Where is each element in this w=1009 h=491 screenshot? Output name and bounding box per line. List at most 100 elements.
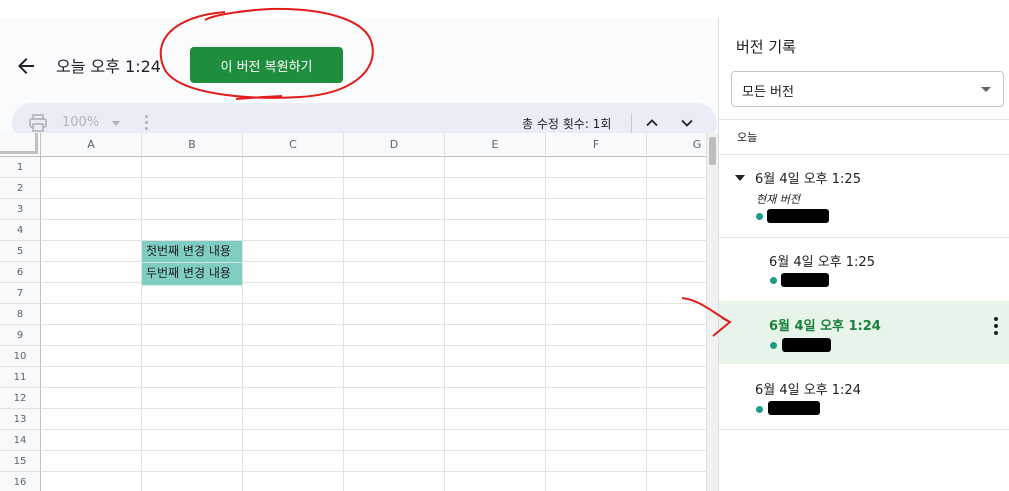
sheet-cell[interactable]	[445, 346, 546, 367]
sheet-cell[interactable]	[445, 367, 546, 388]
expand-caret-icon[interactable]	[735, 175, 745, 181]
sheet-cell[interactable]	[546, 409, 647, 430]
row-header[interactable]: 15	[0, 451, 41, 472]
sheet-cell[interactable]	[41, 367, 142, 388]
back-arrow-icon[interactable]	[14, 54, 38, 78]
sheet-cell[interactable]	[344, 262, 445, 283]
sheet-cell[interactable]	[243, 220, 344, 241]
sheet-cell[interactable]	[445, 451, 546, 472]
sheet-cell[interactable]	[546, 283, 647, 304]
sheet-cell[interactable]	[41, 199, 142, 220]
cell-b6[interactable]: 두번째 변경 내용	[142, 263, 243, 286]
sheet-cell[interactable]	[344, 178, 445, 199]
more-vert-icon[interactable]	[994, 317, 998, 335]
sheet-cell[interactable]	[142, 409, 243, 430]
column-header-e[interactable]: E	[445, 133, 546, 157]
scrollbar-thumb[interactable]	[709, 137, 716, 165]
print-icon[interactable]	[28, 114, 48, 132]
sheet-cell[interactable]	[142, 430, 243, 451]
sheet-cell[interactable]	[243, 346, 344, 367]
sheet-cell[interactable]	[142, 367, 243, 388]
sheet-cell[interactable]	[344, 346, 445, 367]
next-edit-icon[interactable]	[679, 115, 695, 131]
sheet-cell[interactable]	[546, 178, 647, 199]
row-header[interactable]: 13	[0, 409, 41, 430]
sheet-cell[interactable]	[142, 388, 243, 409]
sheet-cell[interactable]	[41, 346, 142, 367]
sheet-cell[interactable]	[41, 178, 142, 199]
sheet-cell[interactable]	[243, 199, 344, 220]
sheet-cell[interactable]	[546, 304, 647, 325]
sheet-cell[interactable]	[546, 199, 647, 220]
sheet-cell[interactable]	[344, 388, 445, 409]
sheet-cell[interactable]	[546, 430, 647, 451]
sheet-cell[interactable]	[546, 157, 647, 178]
sheet-cell[interactable]	[445, 199, 546, 220]
zoom-select[interactable]: 100%	[62, 115, 99, 130]
sheet-cell[interactable]	[142, 283, 243, 304]
sheet-cell[interactable]	[142, 178, 243, 199]
sheet-cell[interactable]	[344, 157, 445, 178]
row-header[interactable]: 2	[0, 178, 41, 199]
sheet-cell[interactable]	[445, 325, 546, 346]
sheet-cell[interactable]	[546, 367, 647, 388]
version-item-selected[interactable]: 6월 4일 오후 1:24	[719, 301, 1009, 364]
sheet-cell[interactable]	[243, 451, 344, 472]
row-header[interactable]: 9	[0, 325, 41, 346]
sheet-cell[interactable]	[142, 472, 243, 491]
sheet-cell[interactable]	[445, 262, 546, 283]
sheet-cell[interactable]	[546, 262, 647, 283]
sheet-cell[interactable]	[142, 304, 243, 325]
column-header-a[interactable]: A	[41, 133, 142, 157]
sheet-cell[interactable]	[41, 430, 142, 451]
sheet-cell[interactable]	[41, 220, 142, 241]
sheet-cell[interactable]	[445, 178, 546, 199]
column-header-c[interactable]: C	[243, 133, 344, 157]
sheet-cell[interactable]	[344, 430, 445, 451]
sheet-cell[interactable]	[344, 304, 445, 325]
sheet-cell[interactable]	[142, 325, 243, 346]
sheet-cell[interactable]	[546, 451, 647, 472]
column-header-f[interactable]: F	[546, 133, 647, 157]
version-item-sub-1[interactable]: 6월 4일 오후 1:25	[719, 238, 1009, 300]
sheet-cell[interactable]	[243, 304, 344, 325]
sheet-cell[interactable]	[546, 472, 647, 491]
sheet-cell[interactable]	[142, 220, 243, 241]
sheet-cell[interactable]	[344, 409, 445, 430]
sheet-cell[interactable]	[41, 283, 142, 304]
row-header[interactable]: 3	[0, 199, 41, 220]
column-header-d[interactable]: D	[344, 133, 445, 157]
sheet-cell[interactable]	[546, 241, 647, 262]
sheet-cell[interactable]	[344, 241, 445, 262]
sheet-cell[interactable]	[41, 409, 142, 430]
sheet-cell[interactable]	[41, 472, 142, 491]
sheet-cell[interactable]	[243, 178, 344, 199]
sheet-cell[interactable]	[243, 241, 344, 262]
sheet-cell[interactable]	[142, 199, 243, 220]
version-filter-select[interactable]: 모든 버전	[731, 71, 1004, 107]
sheet-cell[interactable]	[142, 157, 243, 178]
row-header[interactable]: 16	[0, 472, 41, 491]
previous-edit-icon[interactable]	[644, 115, 660, 131]
sheet-cell[interactable]	[546, 220, 647, 241]
row-header[interactable]: 1	[0, 157, 41, 178]
more-vert-icon[interactable]	[145, 115, 149, 131]
vertical-scrollbar[interactable]	[706, 133, 718, 491]
row-header[interactable]: 11	[0, 367, 41, 388]
sheet-cell[interactable]	[344, 472, 445, 491]
sheet-cell[interactable]	[445, 283, 546, 304]
sheet-cell[interactable]	[445, 409, 546, 430]
sheet-cell[interactable]	[142, 451, 243, 472]
row-header[interactable]: 6	[0, 262, 41, 283]
sheet-cell[interactable]	[243, 325, 344, 346]
sheet-cell[interactable]	[344, 220, 445, 241]
cell-b5[interactable]: 첫번째 변경 내용	[142, 241, 243, 263]
row-header[interactable]: 7	[0, 283, 41, 304]
sheet-cell[interactable]	[243, 157, 344, 178]
row-header[interactable]: 4	[0, 220, 41, 241]
sheet-cell[interactable]	[243, 388, 344, 409]
sheet-cell[interactable]	[445, 241, 546, 262]
row-header[interactable]: 10	[0, 346, 41, 367]
row-header[interactable]: 8	[0, 304, 41, 325]
row-header[interactable]: 12	[0, 388, 41, 409]
